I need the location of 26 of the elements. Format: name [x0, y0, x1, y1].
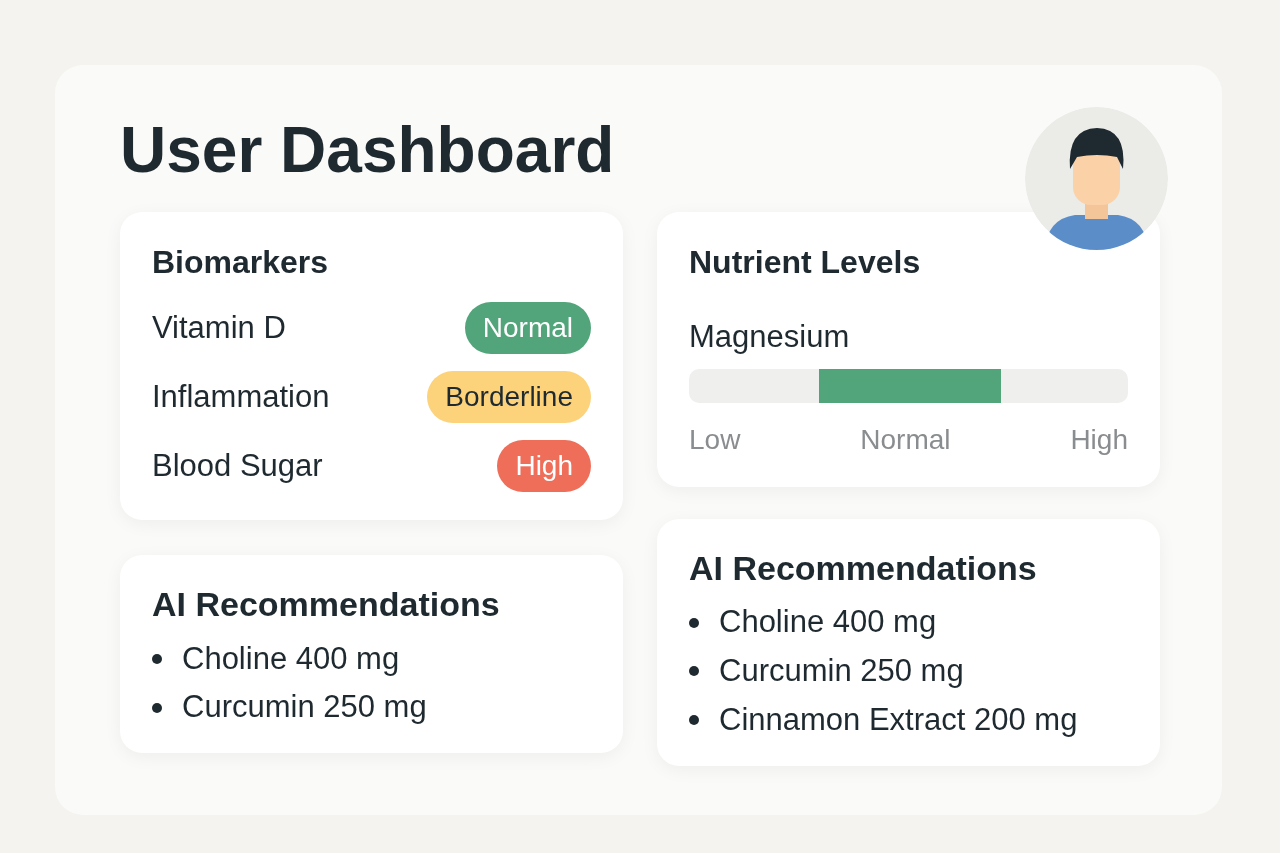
card-title: AI Recommendations [152, 584, 501, 625]
recommendation-item: Cinnamon Extract 200 mg [719, 700, 1078, 739]
bullet-icon [689, 617, 699, 628]
recommendation-item: Choline 400 mg [182, 639, 400, 678]
biomarker-name: Inflammation [152, 377, 330, 416]
recommendation-item: Choline 400 mg [719, 603, 937, 642]
bullet-icon [152, 653, 162, 664]
page-title: User Dashboard [120, 113, 615, 188]
nutrient-name: Magnesium [689, 318, 851, 356]
status-badge: Normal [464, 302, 591, 354]
bullet-icon [689, 666, 699, 677]
recommendation-item: Curcumin 250 mg [182, 688, 427, 727]
card-title: Biomarkers [152, 243, 330, 282]
card-title: Nutrient Levels [689, 243, 922, 282]
biomarker-name: Vitamin D [152, 308, 286, 347]
card-title: AI Recommendations [689, 547, 1038, 589]
status-badge: Borderline [427, 371, 591, 423]
bullet-icon [689, 715, 699, 726]
bullet-icon [152, 702, 162, 713]
recommendation-item: Curcumin 250 mg [719, 652, 964, 690]
biomarker-name: Blood Sugar [152, 446, 323, 485]
scale-label: High [1070, 422, 1128, 457]
scale-label: Low [689, 422, 741, 457]
scale-label: Normal [860, 422, 951, 457]
avatar-icon [1025, 107, 1168, 250]
status-badge: High [497, 440, 591, 492]
